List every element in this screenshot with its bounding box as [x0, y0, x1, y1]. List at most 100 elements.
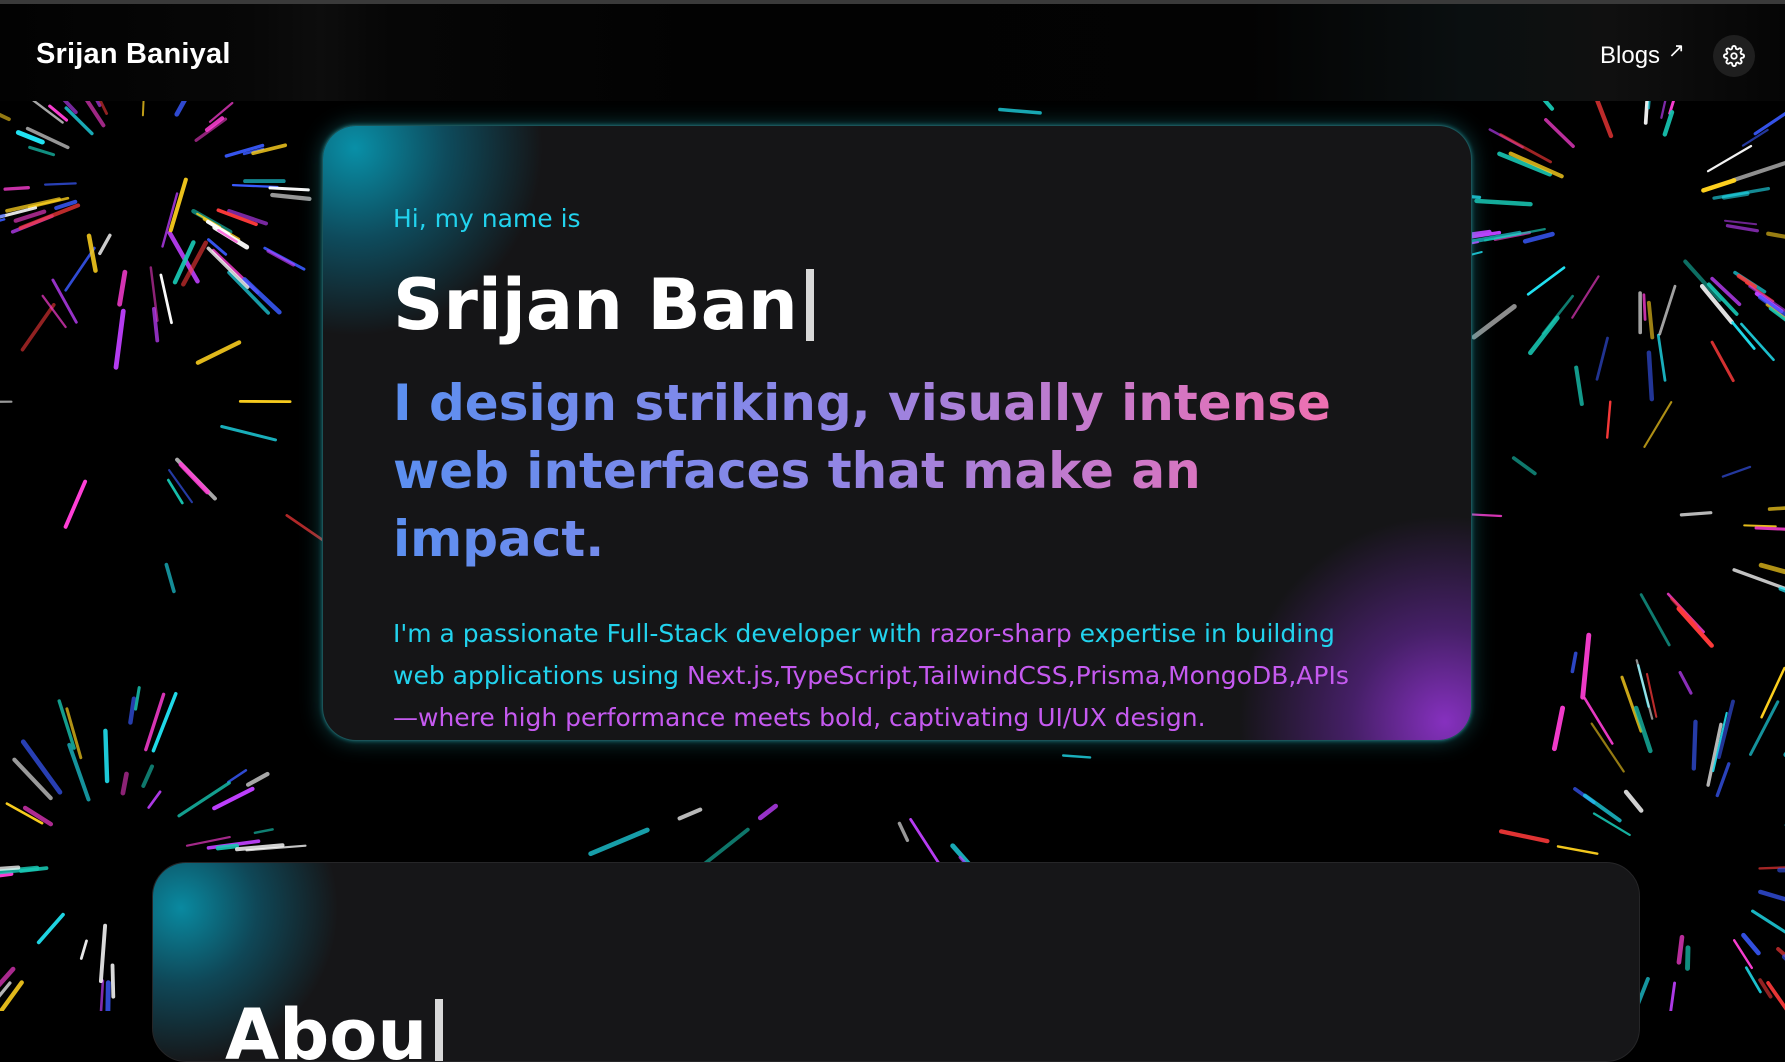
firework-streak	[1681, 513, 1710, 515]
firework-streak	[1525, 234, 1552, 241]
firework-streak	[1636, 708, 1650, 751]
firework-streak	[1501, 831, 1547, 841]
firework-streak	[181, 464, 208, 492]
firework-streak	[0, 111, 9, 119]
firework-streak	[1528, 268, 1564, 295]
firework-streak	[1530, 318, 1557, 353]
firework-streak	[208, 248, 247, 287]
blogs-link[interactable]: Blogs ↗	[1600, 42, 1685, 70]
typing-cursor	[806, 269, 814, 341]
firework-streak	[1511, 154, 1562, 177]
firework-streak	[143, 766, 152, 786]
typing-cursor	[435, 999, 443, 1062]
firework-streak	[123, 774, 127, 793]
firework-streak	[1576, 368, 1582, 404]
firework-streak	[1679, 937, 1682, 962]
firework-streak	[23, 742, 60, 792]
firework-streak	[1649, 353, 1652, 399]
firework-streak	[5, 188, 28, 189]
firework-streak	[1063, 756, 1090, 758]
firework-streak	[198, 342, 239, 362]
firework-streak	[222, 427, 276, 440]
firework-streak	[680, 810, 701, 819]
firework-streak	[1668, 983, 1675, 1011]
firework-streak	[1760, 892, 1785, 909]
firework-streak	[100, 235, 110, 253]
firework-streak	[1728, 226, 1758, 231]
firework-streak	[1546, 120, 1573, 147]
firework-streak	[1770, 506, 1785, 509]
firework-streak	[168, 480, 182, 503]
firework-streak	[101, 981, 103, 1011]
firework-streak	[107, 983, 108, 1011]
firework-streak	[149, 792, 160, 808]
firework-streak	[113, 965, 114, 996]
firework-streak	[1741, 324, 1773, 360]
firework-streak	[1725, 221, 1756, 225]
firework-streak	[1597, 338, 1608, 379]
firework-streak	[1535, 101, 1552, 109]
firework-streak	[1734, 570, 1785, 589]
external-arrow-icon: ↗	[1668, 38, 1685, 63]
firework-streak	[177, 101, 193, 114]
firework-streak	[0, 874, 11, 880]
firework-streak	[66, 108, 92, 133]
firework-streak	[1477, 201, 1531, 204]
intro-highlight-1: razor-sharp	[930, 619, 1072, 648]
firework-streak	[268, 251, 293, 265]
firework-streak	[130, 699, 134, 723]
navbar: Srijan Baniyal Blogs ↗	[0, 4, 1785, 101]
firework-streak	[1723, 467, 1750, 477]
firework-streak	[170, 233, 198, 281]
firework-streak	[1756, 528, 1785, 530]
gear-icon	[1723, 45, 1745, 67]
firework-streak	[1622, 677, 1641, 731]
firework-streak	[1708, 146, 1751, 171]
firework-streak	[89, 236, 96, 271]
firework-streak	[214, 789, 252, 808]
firework-streak	[1607, 402, 1610, 438]
firework-streak	[899, 823, 907, 840]
firework-streak	[1778, 949, 1785, 981]
firework-streak	[0, 868, 18, 869]
firework-streak	[1733, 162, 1785, 180]
firework-streak	[272, 195, 309, 199]
firework-streak	[228, 770, 246, 782]
firework-streak	[1703, 180, 1734, 190]
firework-streak	[1753, 911, 1785, 941]
firework-streak	[255, 829, 273, 832]
firework-streak	[1755, 102, 1785, 134]
intro-text-1: I'm a passionate Full-Stack developer wi…	[393, 619, 930, 648]
greeting-text: Hi, my name is	[393, 204, 1393, 233]
firework-streak	[1474, 307, 1514, 338]
firework-streak	[1660, 286, 1675, 334]
settings-button[interactable]	[1713, 35, 1755, 77]
firework-streak	[39, 915, 63, 943]
firework-streak	[105, 731, 107, 781]
firework-streak	[66, 248, 95, 290]
firework-streak	[1641, 595, 1669, 645]
firework-streak	[143, 101, 145, 115]
brand-logo-link[interactable]: Srijan Baniyal	[36, 38, 231, 71]
firework-streak	[1717, 764, 1729, 796]
firework-streak	[1688, 948, 1689, 969]
firework-streak	[1744, 935, 1759, 953]
firework-streak	[248, 774, 267, 785]
firework-streak	[1583, 635, 1589, 697]
firework-streak	[1658, 335, 1665, 380]
firework-streak	[1591, 101, 1611, 136]
firework-streak	[218, 846, 237, 848]
firework-streak	[45, 183, 76, 184]
firework-streak	[1558, 846, 1597, 853]
hero-card: Hi, my name is Srijan Ban I design strik…	[322, 125, 1472, 741]
firework-streak	[66, 482, 86, 527]
firework-streak	[1644, 295, 1645, 320]
hero-name-text: Srijan Ban	[393, 270, 798, 340]
firework-streak	[1592, 724, 1624, 772]
firework-streak	[1543, 296, 1573, 333]
firework-streak	[1572, 276, 1598, 317]
firework-streak	[1649, 303, 1652, 338]
firework-streak	[136, 688, 140, 710]
firework-streak	[1649, 101, 1652, 108]
firework-streak	[179, 783, 229, 816]
